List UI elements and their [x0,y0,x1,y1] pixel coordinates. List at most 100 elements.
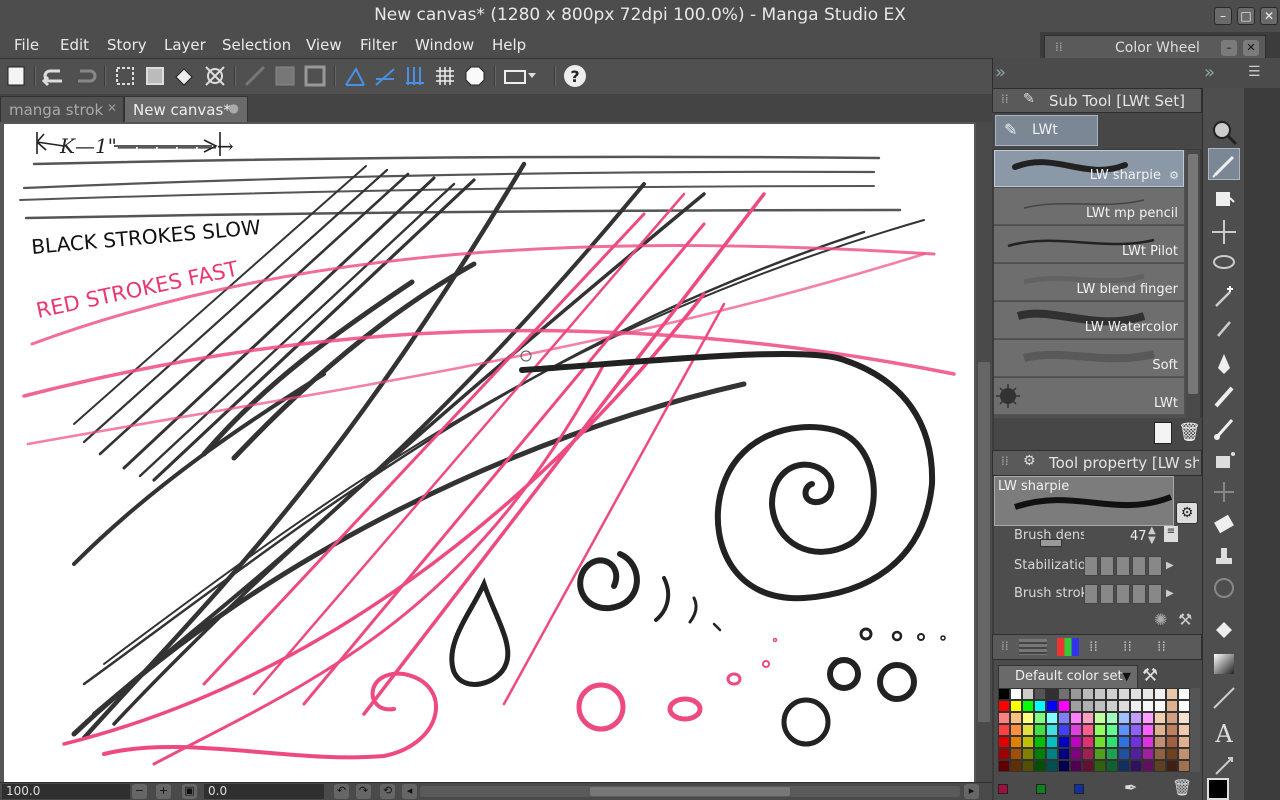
color-swatch[interactable] [1046,724,1058,736]
color-swatch[interactable] [1070,712,1082,724]
redo-icon[interactable] [72,63,98,89]
pencil-tool-icon[interactable] [1208,380,1240,412]
color-swatch[interactable] [1130,688,1142,700]
text-tool-icon[interactable]: A [1208,716,1240,748]
color-swatch[interactable] [1082,700,1094,712]
eraser-tool-icon[interactable] [1208,508,1240,540]
move-tool-icon[interactable] [1208,216,1240,248]
color-swatch[interactable] [1094,736,1106,748]
fill-tool-icon[interactable] [1208,612,1240,644]
color-swatch[interactable] [1046,760,1058,772]
color-swatch[interactable] [1106,700,1118,712]
special-ruler-icon[interactable] [372,63,398,89]
color-swatch[interactable] [1034,700,1046,712]
color-swatch[interactable] [1010,760,1022,772]
help-icon[interactable]: ? [562,63,588,89]
zoom-field[interactable]: 100.0 [2,784,130,799]
swatch-scrollbar[interactable] [1190,688,1200,772]
color-swatch[interactable] [1034,688,1046,700]
color-swatch[interactable] [1010,688,1022,700]
zoom-out-icon[interactable]: − [132,784,147,799]
fit-icon[interactable]: ▣ [182,784,197,799]
tablet-dropdown-icon[interactable] [502,63,542,89]
color-swatch[interactable] [1106,760,1118,772]
color-swatch[interactable] [1046,688,1058,700]
menu-layer[interactable]: Layer [164,36,206,54]
color-swatch[interactable] [1142,712,1154,724]
color-swatch[interactable] [1166,712,1178,724]
scrollbar-thumb[interactable] [978,362,990,722]
decoration-tool-icon[interactable] [1208,476,1240,508]
brush-stroke-segment[interactable] [1084,584,1098,604]
color-swatch[interactable] [1022,712,1034,724]
lasso-tool-icon[interactable] [1208,248,1240,280]
brush-stroke-segment[interactable] [1148,584,1162,604]
color-swatch[interactable] [1178,748,1190,760]
color-swatch[interactable] [1118,700,1130,712]
main-color-swatch[interactable] [1207,778,1229,800]
zoom-tool-icon[interactable] [1208,116,1240,148]
snap-icon[interactable] [462,63,488,89]
scale-icon[interactable] [202,63,228,89]
horizontal-scrollbar[interactable] [420,786,960,797]
menu-filter[interactable]: Filter [360,36,397,54]
collapse-tools-icon[interactable]: » [1204,62,1215,83]
stabilization-segment[interactable] [1100,556,1114,576]
color-swatch[interactable] [1082,724,1094,736]
maximize-button[interactable]: □ [1237,7,1255,25]
color-swatch[interactable] [1142,736,1154,748]
color-swatch[interactable] [1166,700,1178,712]
pen-nib-tool-icon[interactable] [1208,348,1240,380]
color-swatch[interactable] [1130,760,1142,772]
brush-stroke-segment[interactable] [1100,584,1114,604]
menu-selection[interactable]: Selection [222,36,291,54]
color-swatch[interactable] [1070,700,1082,712]
color-swatch[interactable] [1154,748,1166,760]
color-swatch[interactable] [1082,748,1094,760]
ruler-snap-icon[interactable] [342,63,368,89]
swatch-footer-green-icon[interactable] [1036,784,1046,794]
line-tool-icon[interactable] [1208,682,1240,714]
color-swatch[interactable] [1022,736,1034,748]
color-swatch[interactable] [1154,688,1166,700]
menu-view[interactable]: View [306,36,342,54]
color-swatch[interactable] [1094,760,1106,772]
color-swatch[interactable] [1058,688,1070,700]
color-swatch[interactable] [1046,700,1058,712]
panel-close-icon[interactable]: ✕ [1243,40,1259,56]
gradient-tool-icon[interactable] [1208,648,1240,680]
color-swatch[interactable] [1118,760,1130,772]
color-swatch[interactable] [1094,712,1106,724]
brush-item-lw-sharpie[interactable]: LW sharpie ⚙ [994,150,1184,187]
drawing-canvas[interactable]: K—1"—————→ BLACK STROKES SLOW RED STROKE… [4,124,974,784]
color-swatch[interactable] [1178,700,1190,712]
arrow-right-icon[interactable]: ▶ [1166,588,1174,599]
color-swatch[interactable] [1166,736,1178,748]
color-swatch[interactable] [1034,760,1046,772]
new-icon[interactable] [4,63,30,89]
color-swatch[interactable] [1010,736,1022,748]
layer-tab-icon[interactable]: ⁞⁞ [1089,639,1098,655]
horizontal-scrollbar-thumb[interactable] [590,787,790,796]
color-swatch[interactable] [1082,712,1094,724]
color-swatch[interactable] [1178,724,1190,736]
subtool-group-tab[interactable]: ✎ LWt [995,115,1098,146]
color-swatch[interactable] [1094,724,1106,736]
grid-icon[interactable] [432,63,458,89]
color-swatch[interactable] [1058,748,1070,760]
color-slider-tab-icon[interactable] [1019,639,1047,655]
fill-icon[interactable] [172,63,198,89]
color-swatch[interactable] [1106,688,1118,700]
brush-item-lwt[interactable]: LWt [994,378,1184,415]
color-swatch[interactable] [1046,736,1058,748]
stabilization-segment[interactable] [1084,556,1098,576]
brush-stroke-segment[interactable] [1116,584,1130,604]
scroll-right-icon[interactable]: ▸ [964,784,979,799]
color-set-tab-icon[interactable] [1057,638,1079,656]
color-swatch[interactable] [1058,700,1070,712]
ruler-icon[interactable] [242,63,268,89]
color-swatch[interactable] [1130,748,1142,760]
color-swatch[interactable] [1106,748,1118,760]
color-swatch[interactable] [1130,724,1142,736]
color-set-dropdown[interactable]: Default color set ▼ [998,665,1138,689]
